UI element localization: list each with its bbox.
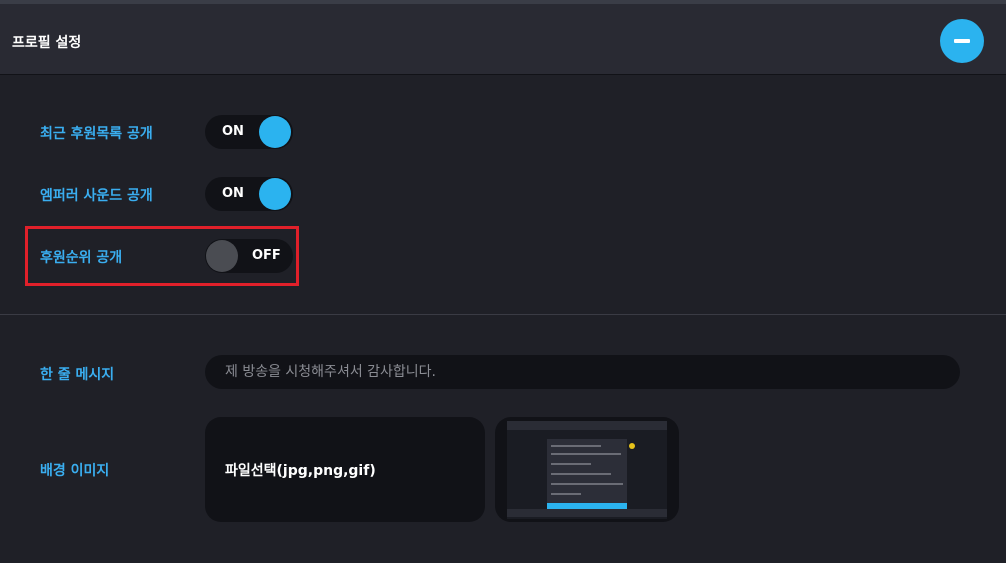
toggle-state-text: ON <box>222 186 244 201</box>
one-line-message-input[interactable] <box>205 355 960 389</box>
collapse-button[interactable] <box>940 19 984 63</box>
toggle-knob <box>259 178 291 210</box>
recent-donations-label: 최근 후원목록 공개 <box>40 126 153 142</box>
profile-settings-header: 프로필 설정 <box>0 4 1006 75</box>
emperor-sound-toggle[interactable]: ON <box>205 177 293 211</box>
emperor-sound-label: 엠퍼러 사운드 공개 <box>40 188 153 204</box>
one-line-message-label: 한 줄 메시지 <box>40 367 115 383</box>
file-select-label: 파일선택(jpg,png,gif) <box>225 463 376 479</box>
file-select-button[interactable]: 파일선택(jpg,png,gif) <box>205 417 485 522</box>
minus-icon <box>954 39 970 43</box>
section-divider <box>0 314 1006 315</box>
toggle-knob <box>259 116 291 148</box>
highlight-box <box>25 226 299 286</box>
recent-donations-toggle[interactable]: ON <box>205 115 293 149</box>
toggle-state-text: ON <box>222 124 244 139</box>
background-image-label: 배경 이미지 <box>40 463 110 479</box>
preview-thumbnail <box>507 421 667 519</box>
background-preview <box>495 417 679 522</box>
page-title: 프로필 설정 <box>12 35 82 51</box>
